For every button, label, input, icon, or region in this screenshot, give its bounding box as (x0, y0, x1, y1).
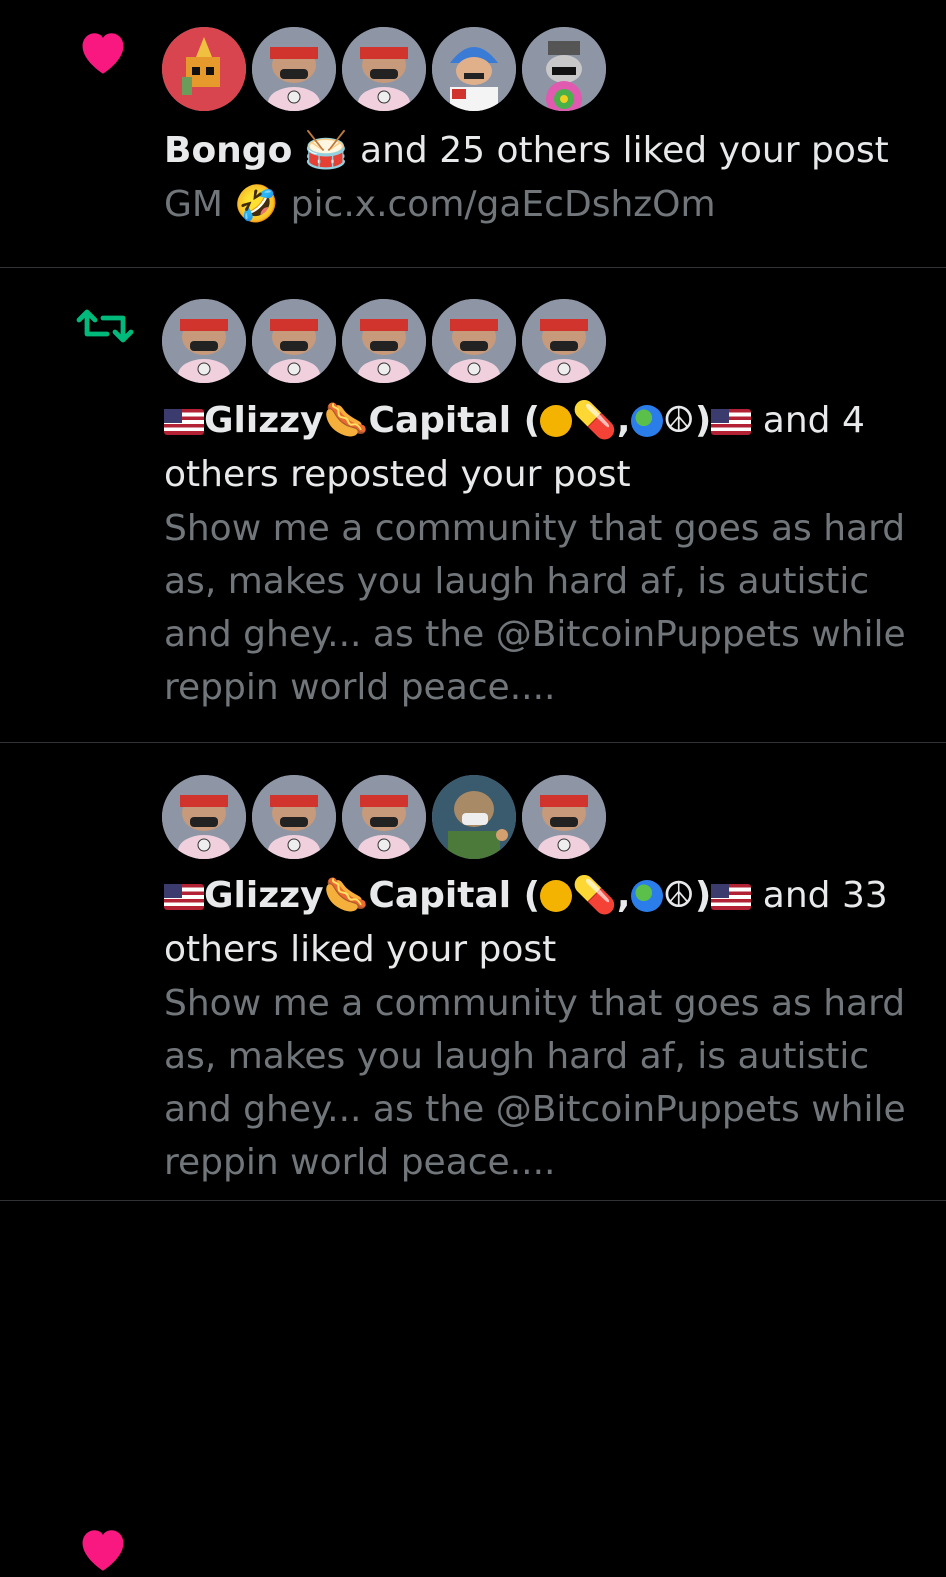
notification-repost[interactable]: Glizzy🌭Capital (💊, ☮) and 4 others repost… (0, 268, 946, 743)
actor-emoji: 🥁 (303, 130, 349, 171)
us-flag-icon (164, 884, 204, 910)
heart-icon (75, 1523, 131, 1577)
avatar[interactable] (522, 27, 606, 111)
actor-avatars (162, 27, 606, 111)
heart-icon (75, 26, 131, 80)
pill-icon: 💊 (572, 875, 617, 916)
actor-name[interactable]: Glizzy🌭Capital (💊, ☮) (164, 875, 752, 916)
post-preview[interactable]: Show me a community that goes as hard as… (164, 502, 906, 714)
orange-circle-icon (540, 880, 573, 912)
avatar[interactable] (522, 775, 606, 859)
avatar[interactable] (252, 27, 336, 111)
notification-like[interactable]: Bongo 🥁 and 25 others liked your post GM… (0, 0, 946, 268)
avatar[interactable] (252, 775, 336, 859)
actor-emoji: 🌭 (323, 400, 369, 441)
avatar[interactable] (252, 299, 336, 383)
avatar[interactable] (162, 27, 246, 111)
action-text: and 25 others liked your post (348, 130, 889, 171)
us-flag-icon (711, 884, 752, 910)
notification-headline: Glizzy🌭Capital (💊, ☮) and 4 others repost… (164, 394, 906, 502)
post-preview[interactable]: GM 🤣 pic.x.com/gaEcDshzOm (164, 178, 906, 231)
actor-emoji: 🌭 (323, 875, 369, 916)
notification-like[interactable]: Glizzy🌭Capital (💊, ☮) and 33 others liked… (0, 743, 946, 1571)
actor-avatars (162, 299, 606, 383)
avatar[interactable] (162, 775, 246, 859)
post-preview[interactable]: Show me a community that goes as hard as… (164, 977, 906, 1189)
globe-icon (630, 880, 663, 912)
actor-avatars (162, 775, 606, 859)
avatar[interactable] (342, 775, 426, 859)
orange-circle-icon (540, 405, 573, 437)
notification-headline: Bongo 🥁 and 25 others liked your post (164, 124, 906, 178)
avatar[interactable] (342, 27, 426, 111)
notification-headline: Glizzy🌭Capital (💊, ☮) and 33 others liked… (164, 869, 906, 977)
avatar[interactable] (522, 299, 606, 383)
us-flag-icon (711, 409, 752, 435)
globe-icon (630, 405, 663, 437)
actor-name[interactable]: Bongo (164, 130, 292, 171)
repost-icon (75, 306, 135, 350)
avatar[interactable] (162, 299, 246, 383)
avatar[interactable] (432, 775, 516, 859)
us-flag-icon (164, 409, 204, 435)
avatar[interactable] (432, 27, 516, 111)
peace-icon: ☮ (662, 875, 695, 916)
peace-icon: ☮ (662, 400, 695, 441)
avatar[interactable] (342, 299, 426, 383)
pill-icon: 💊 (572, 400, 617, 441)
actor-name[interactable]: Glizzy🌭Capital (💊, ☮) (164, 400, 752, 441)
avatar[interactable] (432, 299, 516, 383)
